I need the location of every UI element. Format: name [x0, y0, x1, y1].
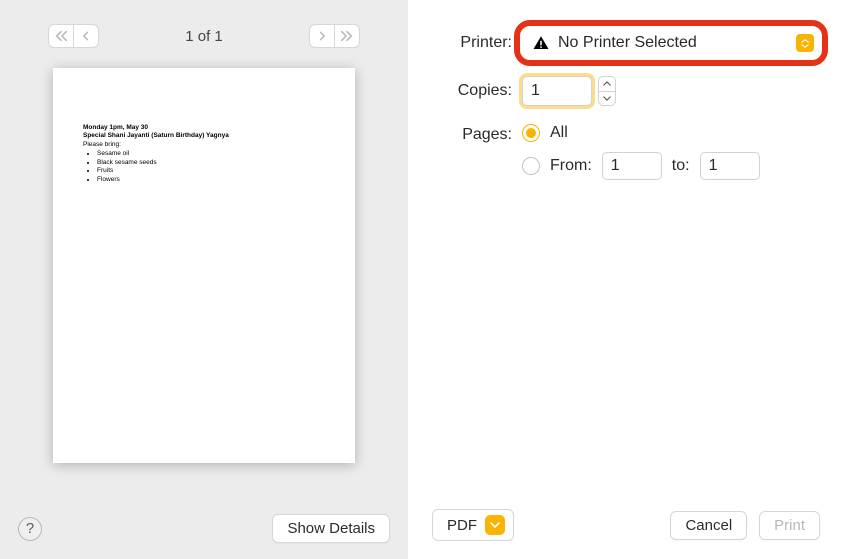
pages-from-label: From: — [550, 157, 592, 175]
pdf-dropdown[interactable]: PDF — [432, 509, 514, 541]
chevron-right-icon — [316, 30, 328, 42]
cancel-button[interactable]: Cancel — [670, 511, 747, 540]
warning-icon — [532, 34, 550, 52]
left-footer: ? Show Details — [0, 504, 408, 559]
printer-row: Printer: No Printer Selected — [432, 28, 820, 58]
radio-unselected-icon — [522, 157, 540, 175]
preview-stage: Monday 1pm, May 30 Special Shani Jayanti… — [0, 48, 408, 504]
preview-nav: 1 of 1 — [0, 0, 408, 48]
chevron-down-icon — [485, 515, 505, 535]
chevron-double-left-icon — [54, 29, 68, 43]
doc-list: Sesame oil Black sesame seeds Fruits Flo… — [93, 150, 325, 184]
page-counter: 1 of 1 — [99, 28, 309, 45]
pages-to-label: to: — [672, 157, 690, 175]
right-footer: PDF Cancel Print — [432, 497, 820, 541]
doc-list-item: Flowers — [97, 176, 325, 184]
doc-list-item: Sesame oil — [97, 150, 325, 158]
stepper-down-icon — [599, 92, 615, 106]
chevron-double-right-icon — [340, 29, 354, 43]
doc-list-item: Fruits — [97, 167, 325, 175]
pages-from-input[interactable] — [602, 152, 662, 180]
copies-input[interactable] — [522, 76, 592, 106]
pdf-label: PDF — [447, 517, 477, 534]
print-button[interactable]: Print — [759, 511, 820, 540]
pages-all-option[interactable]: All — [522, 124, 760, 142]
settings-pane: Printer: No Printer Selected Copies: — [408, 0, 850, 559]
prev-page-group — [48, 24, 99, 48]
printer-label: Printer: — [432, 34, 522, 52]
pages-label: Pages: — [432, 124, 522, 144]
last-page-button[interactable] — [335, 25, 359, 47]
next-page-group — [309, 24, 360, 48]
printer-dropdown[interactable]: No Printer Selected — [522, 28, 820, 58]
preview-pane: 1 of 1 Monday 1pm, May 30 Special Shani … — [0, 0, 408, 559]
doc-line: Special Shani Jayanti (Saturn Birthday) … — [83, 132, 325, 140]
next-page-button[interactable] — [310, 25, 334, 47]
radio-selected-icon — [522, 124, 540, 142]
chevron-left-icon — [80, 30, 92, 42]
help-button[interactable]: ? — [18, 517, 42, 541]
copies-row: Copies: — [432, 76, 820, 106]
page-preview: Monday 1pm, May 30 Special Shani Jayanti… — [53, 68, 355, 463]
pages-range-option[interactable]: From: to: — [522, 152, 760, 180]
doc-line: Please bring: — [83, 141, 325, 149]
copies-stepper[interactable] — [598, 76, 616, 106]
first-page-button[interactable] — [49, 25, 73, 47]
pages-all-label: All — [550, 124, 568, 142]
pages-to-input[interactable] — [700, 152, 760, 180]
pages-row: Pages: All From: to: — [432, 124, 820, 180]
show-details-button[interactable]: Show Details — [272, 514, 390, 543]
printer-value: No Printer Selected — [558, 34, 697, 52]
copies-label: Copies: — [432, 82, 522, 100]
doc-list-item: Black sesame seeds — [97, 159, 325, 167]
prev-page-button[interactable] — [74, 25, 98, 47]
pages-radiogroup: All From: to: — [522, 124, 760, 180]
doc-line: Monday 1pm, May 30 — [83, 124, 325, 132]
stepper-up-icon — [599, 77, 615, 91]
dropdown-arrows-icon — [796, 34, 814, 52]
